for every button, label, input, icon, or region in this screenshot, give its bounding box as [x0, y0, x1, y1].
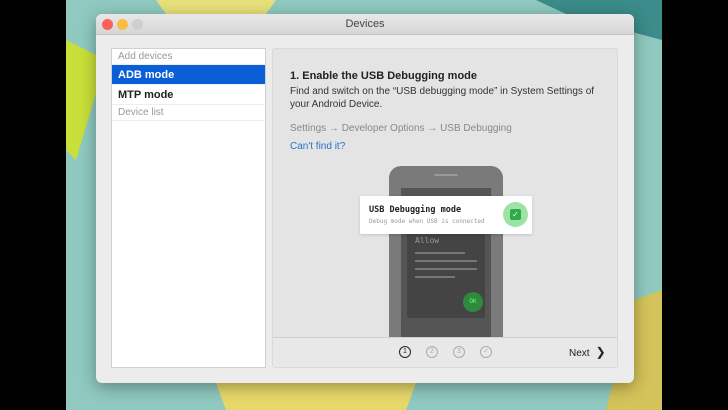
content-panel: 1. Enable the USB Debugging mode Find an…: [272, 48, 618, 368]
step-indicator-2: 2: [426, 346, 438, 358]
step-indicator-1: 1: [399, 346, 411, 358]
devices-window: Devices Add devices ADB mode MTP mode De…: [96, 14, 634, 383]
section-device-list: Device list: [112, 105, 265, 121]
zoom-button[interactable]: [132, 19, 143, 30]
usb-debugging-card: USB Debugging mode Debug mode when USB i…: [360, 196, 532, 234]
dialog-title: Allow: [415, 236, 440, 245]
ok-button-illustration: OK: [463, 292, 483, 312]
title-bar[interactable]: Devices: [96, 14, 634, 35]
next-button[interactable]: Next ❯: [569, 345, 606, 361]
next-label: Next: [569, 348, 590, 359]
card-subtitle: Debug mode when USB is connected: [369, 218, 485, 225]
card-title: USB Debugging mode: [369, 205, 462, 215]
step-indicator-done: ✓: [480, 346, 492, 358]
sidebar: Add devices ADB mode MTP mode Device lis…: [111, 48, 266, 368]
section-add-devices: Add devices: [112, 49, 265, 65]
minimize-button[interactable]: [117, 19, 128, 30]
checkbox-checked-icon: ✓: [503, 202, 528, 227]
phone-illustration: Allow OK: [389, 166, 503, 337]
wizard-footer: 1 2 3 ✓ Next ❯: [273, 337, 617, 367]
sidebar-item-mtp-mode[interactable]: MTP mode: [112, 85, 265, 105]
allow-dialog: Allow OK: [407, 228, 485, 318]
step-description: Find and switch on the “USB debugging mo…: [290, 86, 595, 110]
window-title: Devices: [345, 18, 385, 30]
step-heading: 1. Enable the USB Debugging mode: [290, 70, 478, 82]
close-button[interactable]: [102, 19, 113, 30]
cant-find-it-link[interactable]: Can't find it?: [290, 141, 345, 152]
step-indicator-3: 3: [453, 346, 465, 358]
sidebar-item-adb-mode[interactable]: ADB mode: [112, 65, 265, 85]
settings-path: Settings → Developer Options → USB Debug…: [290, 123, 512, 134]
chevron-right-icon: ❯: [595, 345, 606, 359]
